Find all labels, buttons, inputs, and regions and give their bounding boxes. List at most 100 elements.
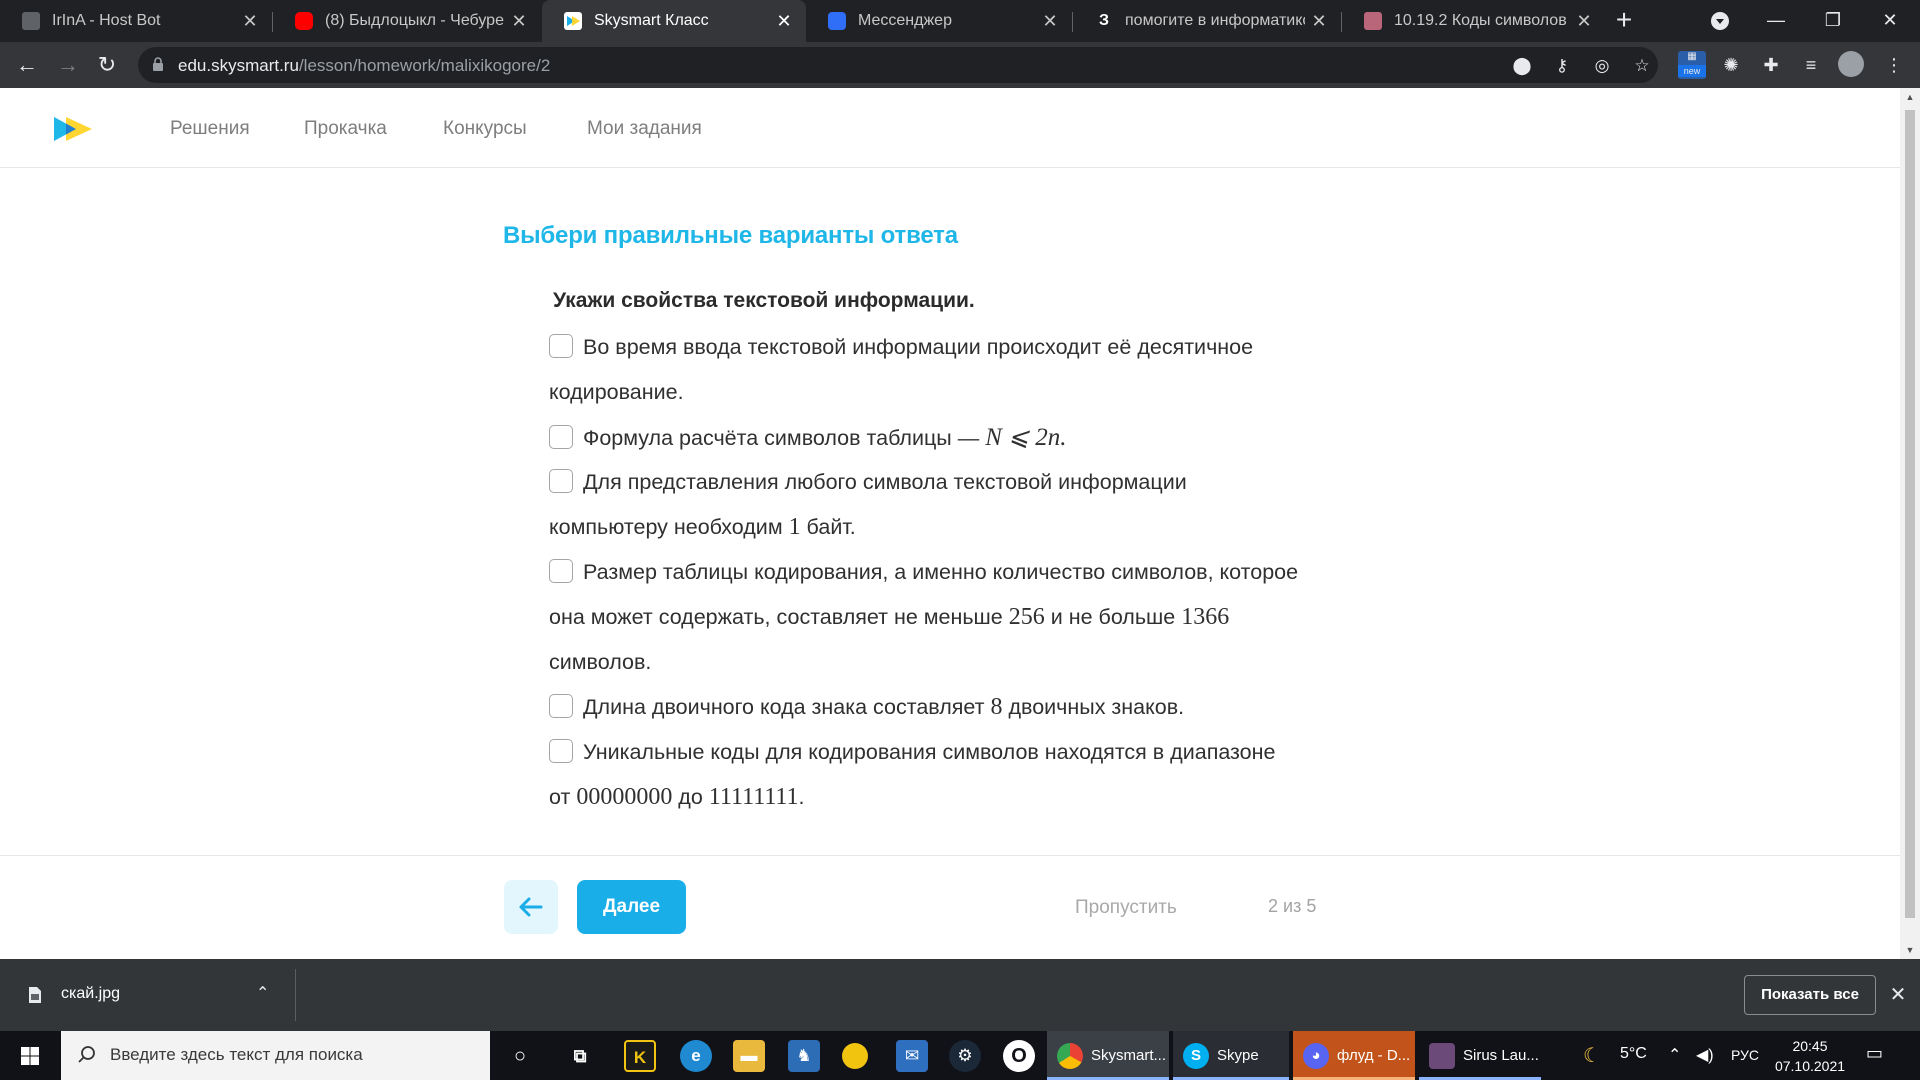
anime-icon: [1364, 12, 1382, 30]
volume-icon[interactable]: ◀): [1696, 1045, 1714, 1065]
chrome-menu-icon[interactable]: ⋮: [1880, 51, 1908, 79]
answer-checkbox[interactable]: [549, 469, 573, 493]
option-text: она может содержать, составляет не меньш…: [549, 605, 1009, 629]
tab-skysmart[interactable]: Skysmart Класс ✕: [542, 0, 806, 42]
close-tab-icon[interactable]: ✕: [505, 11, 533, 32]
tab-title: IrInA - Host Bot: [52, 12, 161, 29]
tray-chevron-up-icon[interactable]: ⌃: [1668, 1045, 1681, 1065]
scroll-down-icon[interactable]: ▼: [1905, 945, 1915, 955]
tab-search-icon[interactable]: [1690, 0, 1750, 42]
notifications-icon[interactable]: ▭: [1866, 1043, 1883, 1064]
cortana-icon[interactable]: ○: [504, 1040, 536, 1072]
mail-icon[interactable]: ✉: [896, 1040, 928, 1072]
tab-host-bot[interactable]: IrInA - Host Bot ✕: [0, 0, 272, 42]
taskbar-app-sirus[interactable]: Sirus Lau...: [1419, 1031, 1541, 1080]
extensions-puzzle-icon[interactable]: ✚: [1757, 51, 1785, 79]
close-download-shelf-icon[interactable]: ✕: [1886, 981, 1910, 1009]
answer-checkbox[interactable]: [549, 739, 573, 763]
tab-messenger[interactable]: Мессенджер ✕: [806, 0, 1072, 42]
browser-toolbar: ← → ↻ edu.skysmart.ru/lesson/homework/ma…: [0, 42, 1920, 88]
weather-moon-icon[interactable]: ☾: [1583, 1043, 1601, 1068]
profile-avatar[interactable]: [1838, 51, 1864, 77]
answer-option[interactable]: Уникальные коды для кодирования символов…: [549, 730, 1359, 820]
close-tab-icon[interactable]: ✕: [236, 11, 264, 32]
skysmart-logo[interactable]: [52, 114, 94, 144]
answer-checkbox[interactable]: [549, 334, 573, 358]
location-pin-icon[interactable]: ⬤: [1511, 55, 1533, 77]
answer-option[interactable]: Размер таблицы кодирования, а именно кол…: [549, 550, 1359, 685]
next-button[interactable]: Далее: [577, 880, 686, 934]
site-header: Решения Прокачка Конкурсы Мои задания: [0, 88, 1900, 168]
vpn-icon[interactable]: ✺: [1717, 51, 1745, 79]
tab-youtube[interactable]: (8) Быдлоцыкл - Чебурекия ✕: [273, 0, 541, 42]
key-icon[interactable]: ⚷: [1551, 55, 1573, 77]
tab-ascii[interactable]: 10.19.2 Коды символов ASCII ✕: [1342, 0, 1606, 42]
nav-contests[interactable]: Конкурсы: [443, 118, 527, 140]
window-close-button[interactable]: ✕: [1860, 0, 1920, 42]
option-text: Размер таблицы кодирования, а именно кол…: [583, 560, 1299, 584]
option-formula: N ⩽ 2n.: [985, 424, 1067, 451]
answer-option[interactable]: Во время ввода текстовой информации прои…: [549, 325, 1359, 415]
page-scrollbar[interactable]: ▲ ▼: [1900, 88, 1920, 959]
tab-znanija[interactable]: З помогите в информатикой ✕: [1073, 0, 1341, 42]
url-path: /lesson/homework/malixikogore/2: [298, 56, 551, 75]
scroll-up-icon[interactable]: ▲: [1905, 92, 1915, 102]
edge-icon[interactable]: e: [680, 1040, 712, 1072]
close-tab-icon[interactable]: ✕: [1570, 11, 1598, 32]
new-tab-button[interactable]: +: [1608, 4, 1640, 38]
download-shelf: скай.jpg ⌃ Показать все ✕: [0, 959, 1920, 1031]
taskbar-app-discord[interactable]: ◕ флуд - D...: [1293, 1031, 1415, 1080]
download-item[interactable]: скай.jpg ⌃: [24, 977, 294, 1013]
answer-checkbox[interactable]: [549, 694, 573, 718]
back-button[interactable]: [504, 880, 558, 934]
weather-temperature[interactable]: 5°C: [1620, 1045, 1647, 1063]
yellow-app-icon[interactable]: [842, 1043, 868, 1069]
answer-option[interactable]: Формула расчёта символов таблицы — N ⩽ 2…: [549, 415, 1359, 461]
close-tab-icon[interactable]: ✕: [770, 11, 798, 32]
option-number: 1: [788, 514, 801, 540]
answer-checkbox[interactable]: [549, 559, 573, 583]
nav-solutions[interactable]: Решения: [170, 118, 250, 140]
close-tab-icon[interactable]: ✕: [1305, 11, 1333, 32]
bookmark-star-icon[interactable]: ☆: [1631, 55, 1653, 77]
taskbar-app-skype[interactable]: S Skype: [1173, 1031, 1289, 1080]
nav-my-tasks[interactable]: Мои задания: [587, 118, 702, 140]
tab-title: Мессенджер: [858, 12, 952, 29]
option-text: Уникальные коды для кодирования символов…: [583, 740, 1276, 764]
close-tab-icon[interactable]: ✕: [1036, 11, 1064, 32]
reading-list-icon[interactable]: ≡: [1797, 51, 1825, 79]
forward-arrow-icon[interactable]: →: [53, 50, 83, 80]
address-bar[interactable]: edu.skysmart.ru/lesson/homework/malixiko…: [138, 47, 1658, 83]
system-clock[interactable]: 20:45 07.10.2021: [1770, 1036, 1850, 1076]
answer-option[interactable]: Длина двоичного кода знака составляет 8 …: [549, 685, 1359, 730]
taskbar-app-label: Skysmart...: [1091, 1047, 1167, 1064]
steam-icon[interactable]: ⚙: [949, 1040, 981, 1072]
extension-new-icon[interactable]: ▦ new: [1678, 51, 1706, 79]
question-text: Укажи свойства текстовой информации.: [553, 289, 975, 312]
vpn-shield-icon[interactable]: ♞: [788, 1040, 820, 1072]
language-indicator[interactable]: РУС: [1731, 1047, 1759, 1063]
task-view-icon[interactable]: ⧉: [564, 1040, 596, 1072]
windows-start-icon[interactable]: [8, 1039, 52, 1073]
eye-off-icon[interactable]: ◎: [1591, 55, 1613, 77]
answer-checkbox[interactable]: [549, 425, 573, 449]
skip-button[interactable]: Пропустить: [1075, 897, 1177, 919]
taskbar-search-box[interactable]: Введите здесь текст для поиска: [61, 1031, 490, 1080]
opera-icon[interactable]: O: [1003, 1040, 1035, 1072]
taskbar-app-chrome[interactable]: Skysmart...: [1047, 1031, 1169, 1080]
download-divider: [295, 969, 296, 1021]
scroll-thumb[interactable]: [1905, 110, 1915, 918]
show-all-downloads-button[interactable]: Показать все: [1744, 975, 1876, 1015]
nav-training[interactable]: Прокачка: [304, 118, 387, 140]
file-explorer-icon[interactable]: ▬: [733, 1040, 765, 1072]
minimize-button[interactable]: —: [1746, 0, 1806, 42]
url-host: edu.skysmart.ru: [178, 56, 299, 75]
kinopoisk-icon[interactable]: K: [624, 1040, 656, 1072]
reload-icon[interactable]: ↻: [92, 50, 122, 80]
maximize-button[interactable]: ❐: [1803, 0, 1863, 42]
chevron-up-icon[interactable]: ⌃: [256, 983, 269, 1003]
skysmart-icon: [564, 12, 582, 30]
answer-option[interactable]: Для представления любого символа текстов…: [549, 460, 1359, 550]
progress-indicator: 2 из 5: [1268, 896, 1317, 916]
back-arrow-icon[interactable]: ←: [12, 50, 42, 80]
